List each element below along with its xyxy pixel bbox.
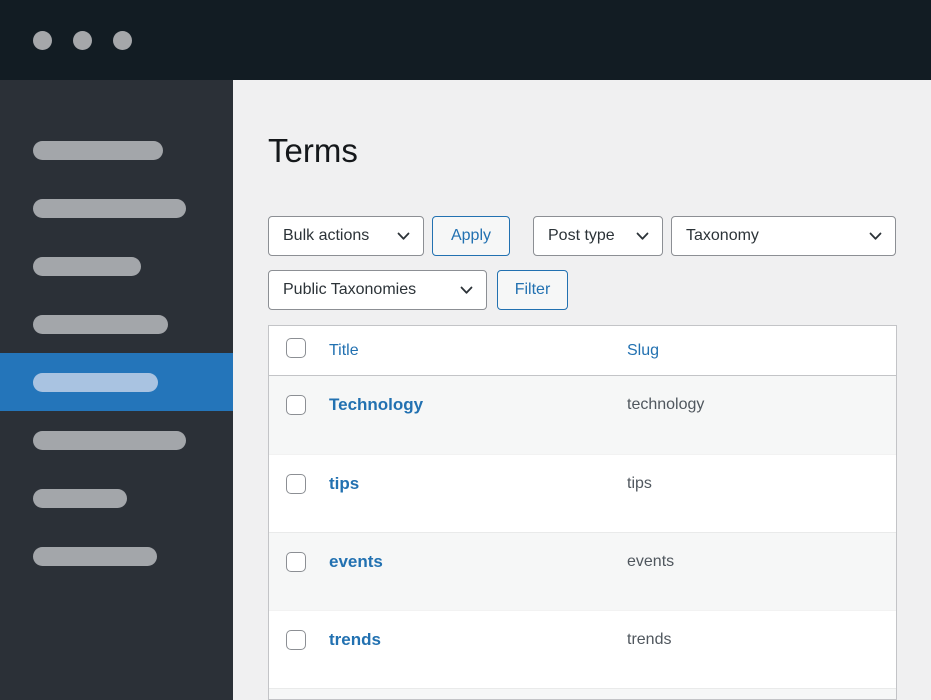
sidebar-item-placeholder <box>33 256 141 276</box>
chevron-down-icon <box>636 232 649 241</box>
sidebar-item-placeholder <box>33 546 157 566</box>
column-header-slug[interactable]: Slug <box>627 342 659 359</box>
table-row-partial <box>269 688 896 699</box>
window-titlebar <box>0 0 931 80</box>
sidebar-item-placeholder <box>33 314 168 334</box>
post-type-label: Post type <box>548 227 615 244</box>
table-header-checkbox-cell <box>269 338 329 363</box>
sidebar-item-placeholder <box>33 372 158 392</box>
term-slug: trends <box>627 631 672 648</box>
table-header-slug-cell: Slug <box>627 342 896 360</box>
filters-toolbar-row-1: Bulk actions Apply Post type Taxonomy <box>268 216 896 256</box>
sidebar-item-placeholder <box>33 488 127 508</box>
sidebar-item-placeholder <box>33 140 163 160</box>
table-header-row: Title Slug <box>269 326 896 376</box>
window-control-dot-icon[interactable] <box>33 30 52 50</box>
column-header-title[interactable]: Title <box>329 342 359 359</box>
table-body: Technology technology tips tips events events… <box>269 376 896 699</box>
table-row: tips tips <box>269 454 896 532</box>
public-taxonomies-label: Public Taxonomies <box>283 281 417 298</box>
page-title: Terms <box>268 132 358 169</box>
sidebar-item[interactable] <box>0 527 233 585</box>
term-slug: events <box>627 553 675 570</box>
sidebar-item-active[interactable] <box>0 353 233 411</box>
row-checkbox[interactable] <box>286 474 306 494</box>
select-all-checkbox[interactable] <box>286 338 306 358</box>
sidebar-item-placeholder <box>33 430 186 450</box>
row-checkbox[interactable] <box>286 395 306 415</box>
filters-toolbar-row-2: Public Taxonomies Filter <box>268 270 568 310</box>
term-title-link[interactable]: Technology <box>329 395 423 414</box>
apply-button[interactable]: Apply <box>432 216 510 256</box>
sidebar-item[interactable] <box>0 411 233 469</box>
public-taxonomies-select[interactable]: Public Taxonomies <box>268 270 487 310</box>
sidebar-item[interactable] <box>0 295 233 353</box>
taxonomy-select[interactable]: Taxonomy <box>671 216 896 256</box>
sidebar-item[interactable] <box>0 237 233 295</box>
bulk-actions-label: Bulk actions <box>283 227 370 244</box>
row-checkbox[interactable] <box>286 630 306 650</box>
term-title-link[interactable]: trends <box>329 630 381 649</box>
term-title-link[interactable]: events <box>329 552 383 571</box>
sidebar-item[interactable] <box>0 121 233 179</box>
post-type-select[interactable]: Post type <box>533 216 663 256</box>
filter-button[interactable]: Filter <box>497 270 568 310</box>
chevron-down-icon <box>460 286 473 295</box>
sidebar-item[interactable] <box>0 469 233 527</box>
main-content: Terms Bulk actions Apply Post type Taxon… <box>233 80 931 700</box>
table-row: trends trends <box>269 610 896 688</box>
table-row: events events <box>269 532 896 610</box>
row-checkbox[interactable] <box>286 552 306 572</box>
term-slug: technology <box>627 396 705 413</box>
table-row: Technology technology <box>269 376 896 454</box>
term-title-link[interactable]: tips <box>329 474 359 493</box>
chevron-down-icon <box>397 232 410 241</box>
sidebar-item-placeholder <box>33 198 186 218</box>
term-slug: tips <box>627 475 652 492</box>
terms-table: Title Slug Technology technology tips tips e… <box>268 325 897 700</box>
window-control-dot-icon[interactable] <box>73 30 92 50</box>
window-control-dot-icon[interactable] <box>113 30 132 50</box>
table-header-title-cell: Title <box>329 342 627 360</box>
sidebar-nav <box>0 80 233 700</box>
chevron-down-icon <box>869 232 882 241</box>
taxonomy-label: Taxonomy <box>686 227 759 244</box>
bulk-actions-select[interactable]: Bulk actions <box>268 216 424 256</box>
sidebar-item[interactable] <box>0 179 233 237</box>
